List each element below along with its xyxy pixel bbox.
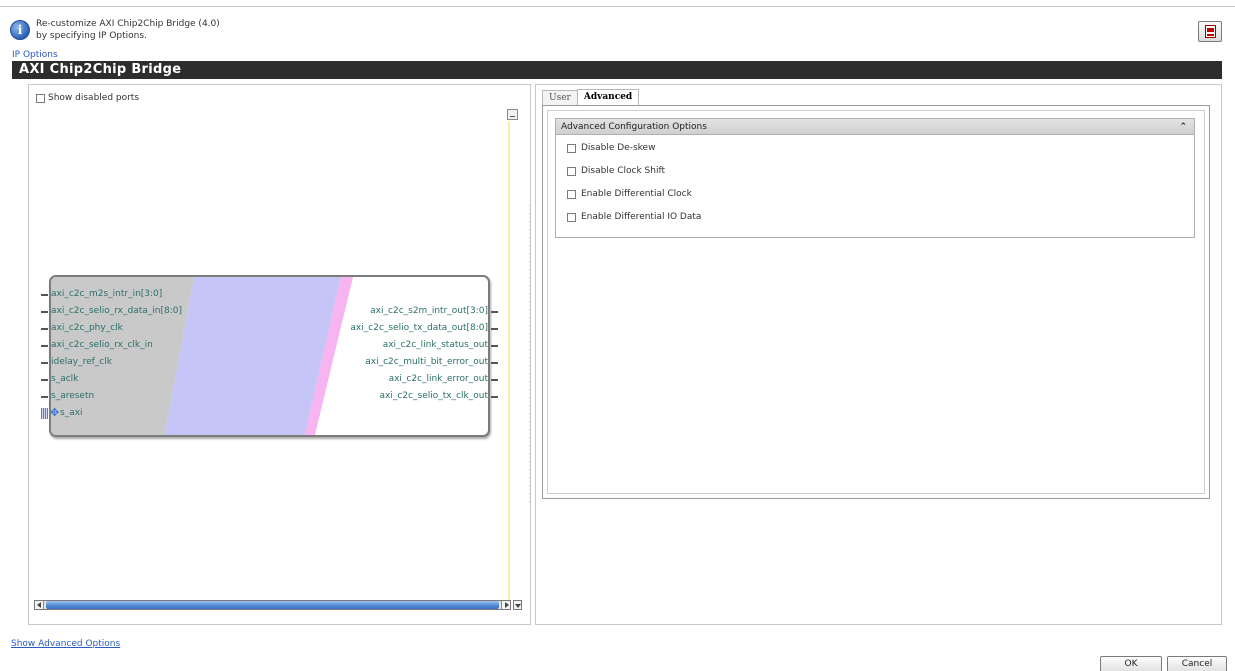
section-header[interactable]: Advanced Configuration Options ⌃	[556, 119, 1194, 135]
output-port[interactable]: axi_c2c_s2m_intr_out[3:0]	[370, 306, 488, 316]
disable-deskew-checkbox[interactable]: Disable De-skew	[567, 143, 655, 153]
input-port[interactable]: axi_c2c_selio_rx_data_in[8:0]	[51, 306, 182, 316]
header-line-2: by specifying IP Options.	[36, 31, 147, 41]
info-icon: i	[10, 20, 30, 40]
pin-stub	[41, 345, 48, 347]
output-port[interactable]: axi_c2c_selio_tx_clk_out	[380, 391, 488, 401]
expand-plus-icon[interactable]: ✥	[50, 407, 59, 418]
pin-stub	[41, 328, 48, 330]
ip-options-label: IP Options	[12, 50, 58, 60]
enable-differential-io-data-checkbox[interactable]: Enable Differential IO Data	[567, 212, 701, 222]
checkbox-icon[interactable]	[567, 166, 576, 176]
scrollbar-thumb[interactable]	[46, 601, 499, 609]
scroll-down-icon[interactable]	[513, 600, 522, 610]
input-port[interactable]: axi_c2c_m2s_intr_in[3:0]	[51, 289, 162, 299]
disable-clock-shift-checkbox[interactable]: Disable Clock Shift	[567, 166, 665, 176]
output-port[interactable]: axi_c2c_link_status_out	[383, 340, 488, 350]
pin-stub	[41, 379, 48, 381]
header-text: Re-customize AXI Chip2Chip Bridge (4.0) …	[36, 18, 220, 42]
option-label: Disable De-skew	[581, 143, 656, 153]
bus-interface-icon	[41, 408, 48, 419]
ok-button[interactable]: OK	[1100, 656, 1162, 671]
checkbox-icon[interactable]	[567, 189, 576, 199]
pin-stub	[491, 379, 498, 381]
input-port[interactable]: axi_c2c_selio_rx_clk_in	[51, 340, 153, 350]
scroll-left-icon[interactable]	[35, 601, 44, 609]
pin-stub	[491, 362, 498, 364]
collapse-panel-button[interactable]	[507, 109, 518, 120]
pdf-document-icon	[1205, 25, 1216, 38]
top-divider	[0, 6, 1235, 7]
checkbox-icon[interactable]	[36, 93, 45, 103]
input-port[interactable]: s_aclk	[51, 374, 78, 384]
tab-content-inner: Advanced Configuration Options ⌃ Disable…	[547, 110, 1205, 494]
checkbox-icon[interactable]	[567, 212, 576, 222]
option-label: Enable Differential IO Data	[581, 212, 702, 222]
splitter-handle[interactable]	[529, 205, 531, 505]
header-line-1: Re-customize AXI Chip2Chip Bridge (4.0)	[36, 19, 220, 29]
tab-user[interactable]: User	[542, 90, 578, 105]
pin-stub	[491, 328, 498, 330]
show-disabled-ports-label: Show disabled ports	[48, 93, 140, 103]
show-advanced-options-link[interactable]: Show Advanced Options	[11, 639, 120, 649]
horizontal-scrollbar[interactable]	[34, 600, 511, 610]
option-label: Disable Clock Shift	[581, 166, 666, 176]
tab-content: Advanced Configuration Options ⌃ Disable…	[542, 105, 1210, 499]
pin-stub	[41, 362, 48, 364]
input-bus-port[interactable]: s_axi	[60, 408, 83, 418]
page-title: AXI Chip2Chip Bridge	[12, 61, 1222, 79]
pin-stub	[41, 311, 48, 313]
tab-bar: User Advanced	[542, 89, 640, 106]
tab-advanced[interactable]: Advanced	[576, 89, 640, 106]
ip-block-symbol: axi_c2c_m2s_intr_in[3:0] axi_c2c_selio_r…	[49, 275, 490, 437]
enable-differential-clock-checkbox[interactable]: Enable Differential Clock	[567, 189, 692, 199]
section-title: Advanced Configuration Options	[561, 122, 707, 132]
advanced-configuration-section: Advanced Configuration Options ⌃ Disable…	[555, 118, 1195, 238]
pin-stub	[491, 345, 498, 347]
input-port[interactable]: axi_c2c_phy_clk	[51, 323, 123, 333]
pin-stub	[491, 396, 498, 398]
output-port[interactable]: axi_c2c_selio_tx_data_out[8:0]	[350, 323, 488, 333]
cancel-button[interactable]: Cancel	[1167, 656, 1227, 671]
pin-stub	[41, 396, 48, 398]
double-chevron-up-icon[interactable]: ⌃	[1179, 119, 1187, 135]
output-port[interactable]: axi_c2c_link_error_out	[389, 374, 488, 384]
pin-stub	[491, 311, 498, 313]
ip-symbol-panel: Show disabled ports axi_c2c_m2s_intr_in[…	[28, 84, 531, 625]
vertical-guide	[508, 121, 510, 601]
configuration-panel: User Advanced Advanced Configuration Opt…	[535, 84, 1222, 625]
pin-stub	[41, 294, 48, 296]
checkbox-icon[interactable]	[567, 143, 576, 153]
input-port[interactable]: idelay_ref_clk	[51, 357, 112, 367]
output-port[interactable]: axi_c2c_multi_bit_error_out	[365, 357, 488, 367]
documentation-button[interactable]	[1198, 21, 1222, 42]
input-port[interactable]: s_aresetn	[51, 391, 94, 401]
show-disabled-ports-checkbox[interactable]: Show disabled ports	[36, 93, 139, 103]
option-label: Enable Differential Clock	[581, 189, 692, 199]
scroll-right-icon[interactable]	[501, 601, 510, 609]
